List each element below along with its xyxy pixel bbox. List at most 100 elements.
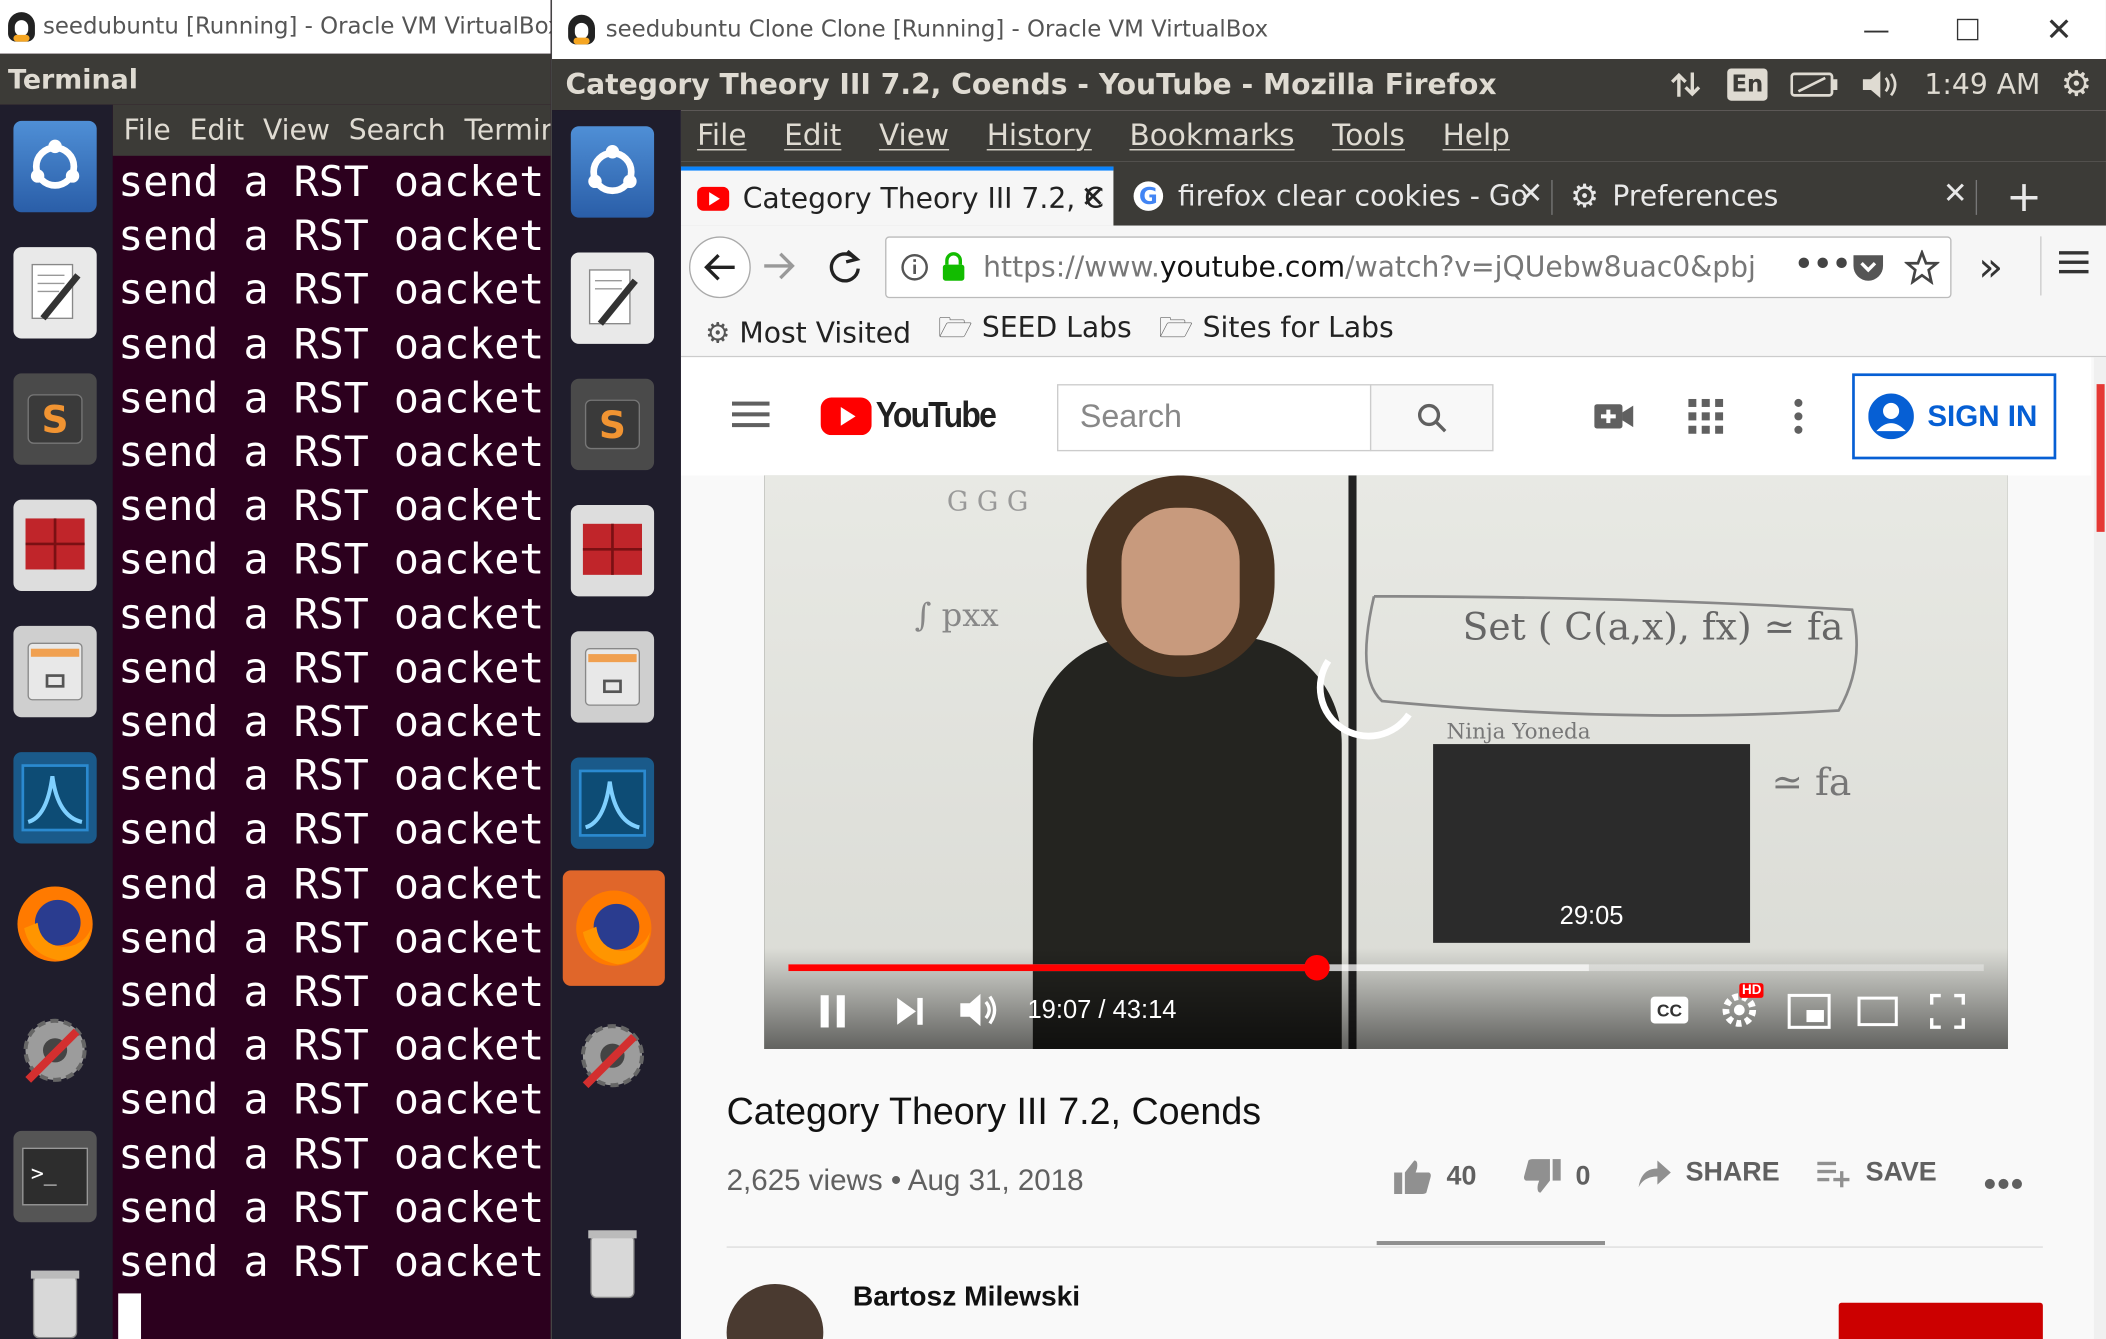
sublime-text-icon[interactable]: S: [565, 371, 659, 478]
share-button[interactable]: SHARE: [1637, 1158, 1780, 1189]
sublime-text-icon[interactable]: S: [8, 365, 102, 472]
dislike-button[interactable]: 0: [1522, 1158, 1590, 1196]
subscribe-button[interactable]: [1838, 1302, 2043, 1339]
captions-button[interactable]: CC: [1650, 996, 1689, 1024]
ubuntu-dash-icon[interactable]: [565, 118, 659, 225]
bookmark-most-visited[interactable]: ⚙ Most Visited: [705, 316, 911, 348]
bookmark-sites-for-labs[interactable]: 🗁 Sites for Labs: [1159, 309, 1394, 356]
menu-edit[interactable]: Edit: [784, 119, 841, 153]
tab-preferences[interactable]: ⚙ Preferences ✕: [1557, 167, 1976, 226]
volume-button[interactable]: [958, 991, 1001, 1034]
vm-title-bar-right[interactable]: seedubuntu Clone Clone [Running] - Oracl…: [552, 0, 2106, 60]
network-icon[interactable]: [1661, 59, 1709, 110]
pocket-icon[interactable]: [1851, 251, 1886, 283]
apps-grid-icon[interactable]: [1688, 398, 1724, 439]
terminal-launcher-icon[interactable]: >_: [8, 1123, 102, 1230]
info-icon[interactable]: [900, 253, 930, 283]
terminal-menu-terminal[interactable]: Terminal: [464, 114, 550, 146]
terminator-icon[interactable]: [565, 497, 659, 604]
system-settings-icon[interactable]: [565, 1002, 659, 1109]
terminal-menu-search[interactable]: Search: [349, 114, 446, 146]
new-tab-button[interactable]: +: [1997, 167, 2051, 226]
vm-title-right: seedubuntu Clone Clone [Running] - Oracl…: [605, 16, 1269, 43]
fullscreen-button[interactable]: [1929, 993, 1966, 1034]
channel-avatar[interactable]: [726, 1284, 824, 1339]
next-button[interactable]: [896, 997, 926, 1032]
tab-google-search[interactable]: G firefox clear cookies - Go ✕: [1119, 167, 1551, 226]
menu-tools[interactable]: Tools: [1332, 119, 1405, 153]
menu-bookmarks[interactable]: Bookmarks: [1129, 119, 1294, 153]
terminal-menu-edit[interactable]: Edit: [190, 114, 245, 146]
clock[interactable]: 1:49 AM: [1922, 59, 2043, 110]
video-player[interactable]: Set ( C(a,x), fx) ≃ fa Ninja Yoneda ≃ fa…: [764, 475, 2008, 1049]
url-bar[interactable]: https://www.youtube.com/watch?v=jQUebw8u…: [885, 236, 1952, 299]
trash-icon[interactable]: [8, 1249, 102, 1339]
create-video-icon[interactable]: [1594, 402, 1634, 437]
close-tab-icon[interactable]: ✕: [1943, 177, 1968, 211]
like-button[interactable]: 40: [1393, 1158, 1476, 1196]
more-actions-icon[interactable]: •••: [1984, 1163, 2025, 1205]
reload-button[interactable]: [826, 247, 864, 290]
tab-youtube[interactable]: Category Theory III 7.2, C ✕: [680, 166, 1114, 226]
search-button[interactable]: [1369, 384, 1494, 452]
page-scrollbar[interactable]: [2093, 357, 2106, 1339]
save-button[interactable]: SAVE: [1817, 1158, 1937, 1189]
thumbs-up-icon: [1394, 1160, 1431, 1195]
pause-button[interactable]: [818, 994, 848, 1034]
close-window-button[interactable]: ✕: [2013, 0, 2104, 59]
theater-mode-button[interactable]: [1857, 996, 1899, 1032]
battery-icon[interactable]: [1788, 59, 1842, 110]
guide-menu-icon[interactable]: [731, 400, 770, 435]
terminal-menu-file[interactable]: File: [124, 114, 171, 146]
volume-icon[interactable]: [1858, 59, 1904, 110]
settings-button[interactable]: HD: [1721, 983, 1765, 1035]
wireshark-icon[interactable]: [8, 744, 102, 851]
maximize-button[interactable]: [1922, 0, 2013, 59]
firefox-icon-active[interactable]: [562, 870, 665, 986]
time-display: 19:07 / 43:14: [1027, 996, 1177, 1025]
system-settings-icon[interactable]: [8, 997, 102, 1104]
ubuntu-dash-icon[interactable]: [8, 113, 102, 220]
page-actions-icon[interactable]: •••: [1794, 248, 1851, 282]
trash-icon[interactable]: [565, 1209, 659, 1316]
svg-text:G G G: G G G: [947, 486, 1028, 517]
terminal-menu-view[interactable]: View: [263, 114, 330, 146]
menu-help[interactable]: Help: [1443, 119, 1510, 153]
tab-label: firefox clear cookies - Go: [1177, 179, 1528, 213]
firefox-icon[interactable]: [8, 870, 102, 977]
settings-more-icon[interactable]: [1793, 398, 1804, 441]
files-icon[interactable]: [8, 618, 102, 725]
hover-preview: 29:05: [1433, 744, 1751, 943]
hamburger-menu-icon[interactable]: [2058, 247, 2089, 282]
forward-button[interactable]: [762, 250, 797, 288]
close-tab-icon[interactable]: ✕: [1518, 177, 1543, 211]
wireshark-icon[interactable]: [565, 749, 659, 856]
text-editor-icon[interactable]: [8, 239, 102, 346]
sign-in-button[interactable]: SIGN IN: [1852, 373, 2057, 460]
search-input[interactable]: Search: [1057, 384, 1372, 452]
menu-history[interactable]: History: [987, 119, 1092, 153]
session-gear-icon[interactable]: ⚙: [2056, 59, 2096, 110]
overflow-chevron-icon[interactable]: »: [1978, 244, 2003, 291]
progress-bar[interactable]: [788, 954, 1984, 981]
miniplayer-button[interactable]: [1787, 993, 1831, 1034]
bookmark-star-icon[interactable]: [1904, 249, 1940, 285]
back-arrow-icon: [704, 254, 735, 281]
files-icon[interactable]: [565, 623, 659, 730]
menu-file[interactable]: File: [697, 119, 746, 153]
terminal-window[interactable]: File Edit View Search Terminal send a RS…: [112, 104, 551, 1339]
terminal-line: send a RST oacket: [118, 536, 545, 585]
bookmark-seed-labs[interactable]: 🗁 SEED Labs: [938, 309, 1132, 356]
close-tab-icon[interactable]: ✕: [1081, 181, 1106, 215]
firefox-menubar: File Edit View History Bookmarks Tools H…: [680, 110, 2106, 162]
menu-view[interactable]: View: [879, 119, 949, 153]
minimize-button[interactable]: —: [1831, 0, 1922, 59]
youtube-logo[interactable]: YouTube: [820, 395, 1012, 437]
keyboard-layout-indicator[interactable]: En: [1726, 59, 1769, 110]
vm-title-bar-left[interactable]: seedubuntu [Running] - Oracle VM Virtual…: [0, 0, 551, 54]
active-app-name: Terminal: [8, 63, 138, 96]
text-editor-icon[interactable]: [565, 244, 659, 351]
back-button[interactable]: [689, 236, 751, 299]
terminator-icon[interactable]: [8, 492, 102, 599]
channel-name[interactable]: Bartosz Milewski: [853, 1281, 1080, 1313]
